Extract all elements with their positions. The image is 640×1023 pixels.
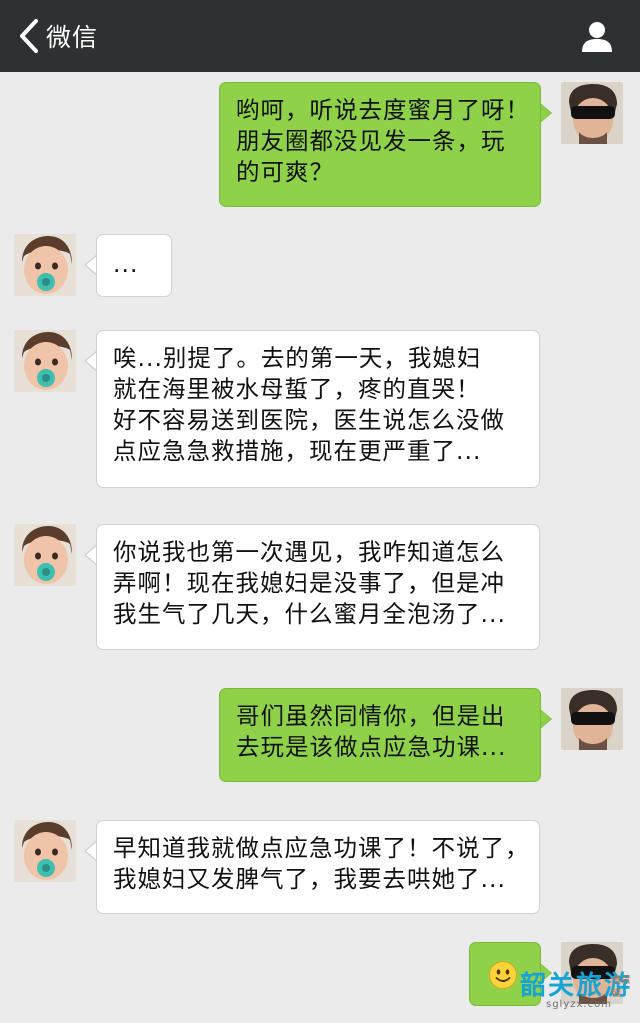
friend-avatar[interactable] bbox=[14, 820, 76, 882]
avatar-man-sunglasses-icon bbox=[561, 82, 623, 144]
message-line: 早知道我就做点应急功课了！不说了， bbox=[113, 834, 530, 862]
smiley-emoji-icon bbox=[489, 961, 517, 989]
chevron-left-icon bbox=[20, 19, 38, 53]
message-line: 就在海里被水母蜇了，疼的直哭！ bbox=[113, 375, 481, 403]
self-avatar[interactable] bbox=[561, 82, 623, 144]
message-line: 弄啊！现在我媳妇是没事了，但是冲 bbox=[113, 569, 505, 597]
chat-area[interactable]: 哟呵，听说去度蜜月了呀！ 朋友圈都没见发一条，玩 的可爽？ ... 唉...别提… bbox=[0, 72, 640, 1023]
back-button[interactable]: 微信 bbox=[18, 16, 98, 56]
avatar-man-sunglasses-icon bbox=[561, 688, 623, 750]
message-line: 我生气了几天，什么蜜月全泡汤了... bbox=[113, 600, 506, 628]
avatar-baby-pacifier-icon bbox=[14, 524, 76, 586]
message-line: 的可爽？ bbox=[236, 158, 334, 186]
avatar-baby-pacifier-icon bbox=[14, 330, 76, 392]
watermark-url: sglyzx.com bbox=[546, 999, 612, 1010]
message-line: 去玩是该做点应急功课... bbox=[236, 733, 507, 761]
avatar-baby-pacifier-icon bbox=[14, 820, 76, 882]
message-bubble-friend[interactable]: 唉...别提了。去的第一天，我媳妇 就在海里被水母蜇了，疼的直哭！ 好不容易送到… bbox=[96, 330, 540, 488]
watermark-subtitle: 资讯网 bbox=[612, 976, 631, 999]
friend-avatar[interactable] bbox=[14, 234, 76, 296]
message-bubble-friend[interactable]: 你说我也第一次遇见，我咋知道怎么 弄啊！现在我媳妇是没事了，但是冲 我生气了几天… bbox=[96, 524, 540, 650]
message-line: 哟呵，听说去度蜜月了呀！ bbox=[236, 96, 530, 124]
message-bubble-friend[interactable]: ... bbox=[96, 234, 172, 297]
self-avatar[interactable] bbox=[561, 688, 623, 750]
message-line: 你说我也第一次遇见，我咋知道怎么 bbox=[113, 538, 505, 566]
message-line: 唉...别提了。去的第一天，我媳妇 bbox=[113, 344, 482, 372]
top-bar: 微信 bbox=[0, 0, 640, 72]
message-bubble-self[interactable]: 哥们虽然同情你，但是出 去玩是该做点应急功课... bbox=[219, 688, 541, 782]
friend-avatar[interactable] bbox=[14, 330, 76, 392]
friend-avatar[interactable] bbox=[14, 524, 76, 586]
message-line: 朋友圈都没见发一条，玩 bbox=[236, 127, 506, 155]
avatar-baby-pacifier-icon bbox=[14, 234, 76, 296]
message-line: 点应急急救措施，现在更严重了... bbox=[113, 437, 482, 465]
message-line: 我媳妇又发脾气了，我要去哄她了... bbox=[113, 865, 506, 893]
message-line: ... bbox=[113, 250, 139, 278]
message-line: 哥们虽然同情你，但是出 bbox=[236, 702, 506, 730]
message-bubble-friend[interactable]: 早知道我就做点应急功课了！不说了， 我媳妇又发脾气了，我要去哄她了... bbox=[96, 820, 540, 914]
message-bubble-self[interactable]: 哟呵，听说去度蜜月了呀！ 朋友圈都没见发一条，玩 的可爽？ bbox=[219, 82, 541, 207]
watermark-logo: 韶关旅游 资讯网 sglyzx.com bbox=[520, 965, 638, 1021]
message-line: 好不容易送到医院，医生说怎么没做 bbox=[113, 406, 505, 434]
person-icon[interactable] bbox=[580, 20, 614, 54]
back-label: 微信 bbox=[46, 23, 99, 52]
